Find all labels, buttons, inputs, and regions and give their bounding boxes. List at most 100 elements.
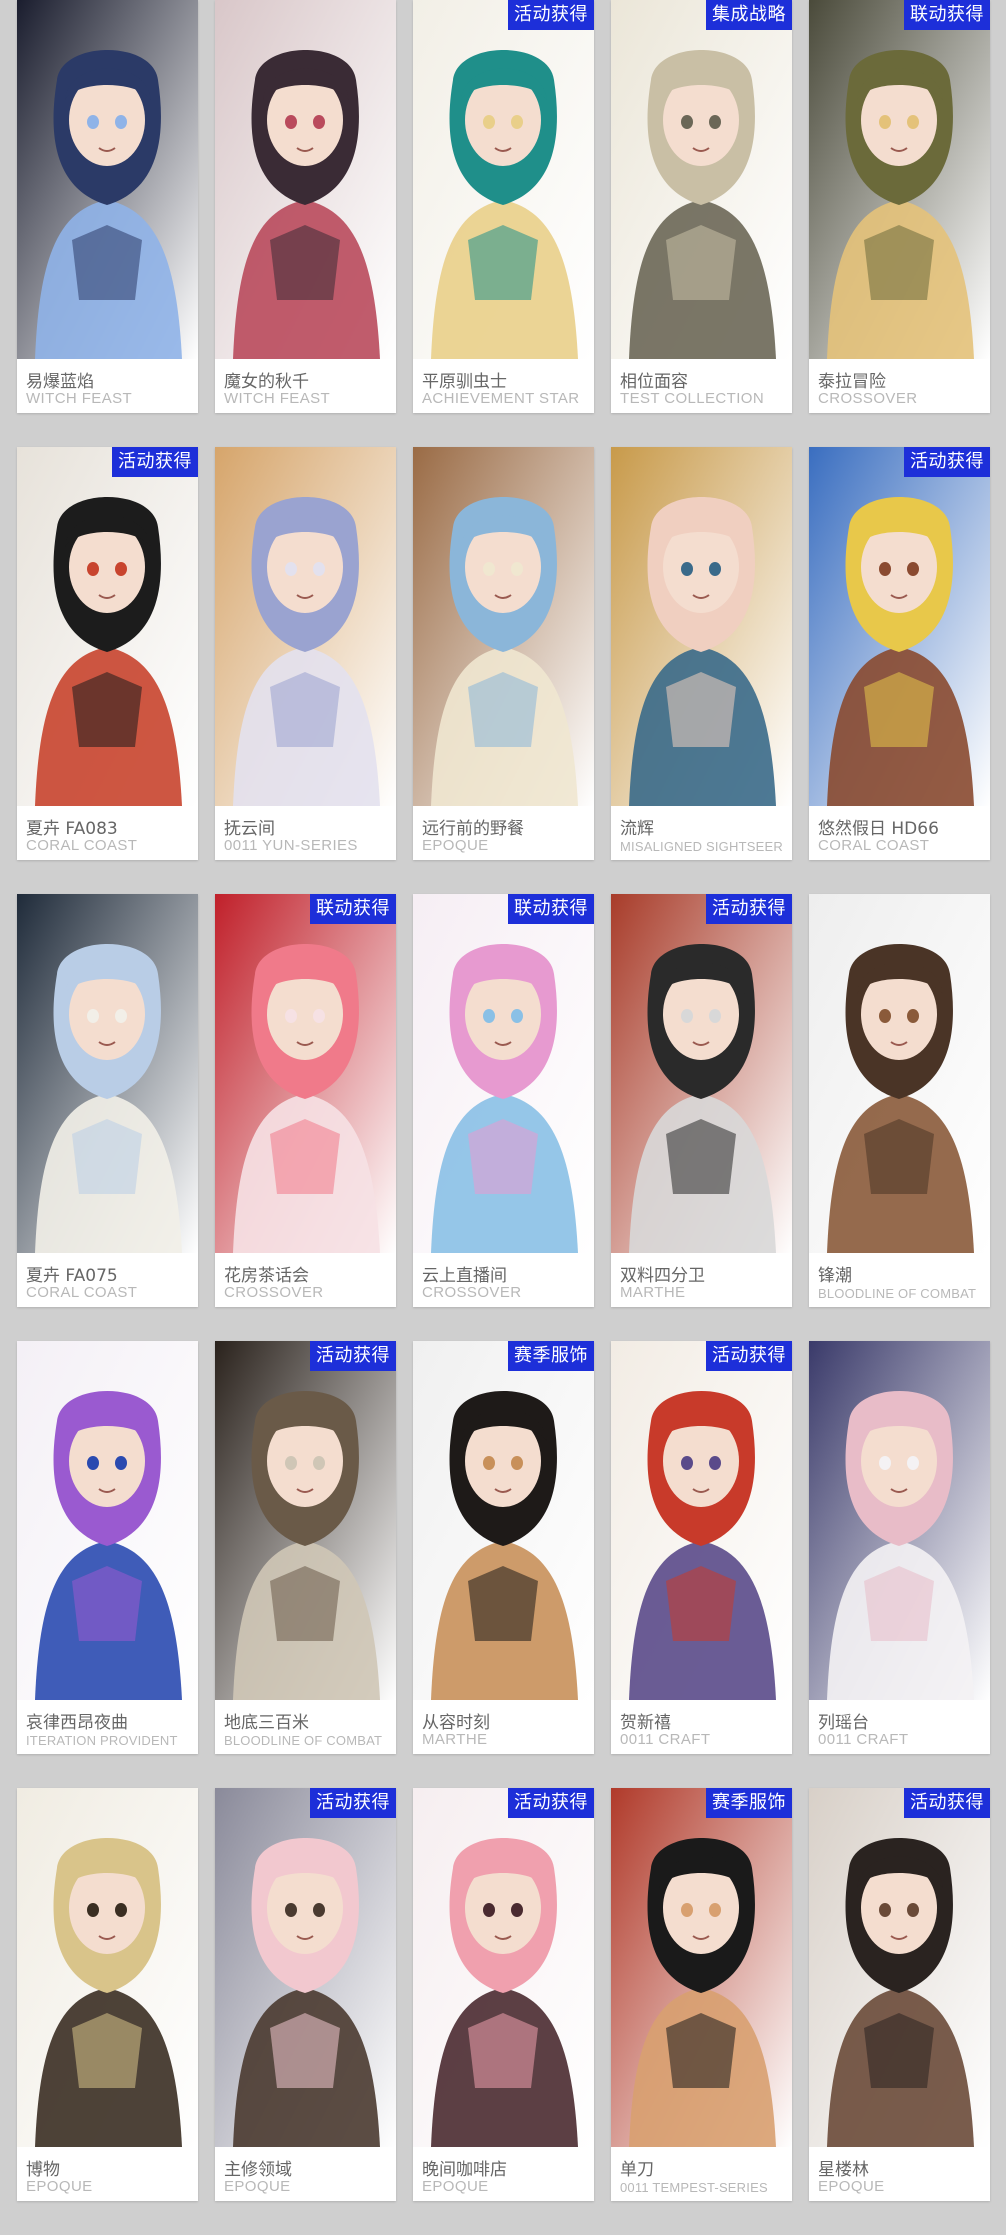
skin-series: EPOQUE (422, 837, 489, 854)
skin-card[interactable]: 魔女的秋千 WITCH FEAST (215, 0, 396, 413)
skin-artwork (809, 447, 990, 806)
skin-series: WITCH FEAST (26, 390, 133, 407)
card-caption: 远行前的野餐 EPOQUE (413, 806, 594, 860)
card-caption: 博物 EPOQUE (17, 2147, 198, 2201)
skin-card[interactable]: 赛季服饰 从容时刻 MARTHE (413, 1341, 594, 1754)
acquisition-badge: 集成战略 (706, 0, 792, 30)
skin-card[interactable]: 联动获得 花房茶话会 CROSSOVER (215, 894, 396, 1307)
acquisition-badge: 活动获得 (112, 447, 198, 477)
skin-card[interactable]: 抚云间 0011 YUN-SERIES (215, 447, 396, 860)
skin-name: 相位面容 (620, 372, 688, 392)
skin-series: WITCH FEAST (224, 390, 331, 407)
skin-name: 平原驯虫士 (422, 372, 507, 392)
skin-series: BLOODLINE OF COMBAT (818, 1286, 977, 1301)
skin-name: 夏卉 FA075 (26, 1266, 118, 1286)
skin-name: 悠然假日 HD66 (818, 819, 939, 839)
skin-card[interactable]: 活动获得 平原驯虫士 ACHIEVEMENT STAR (413, 0, 594, 413)
skin-series: MARTHE (422, 1731, 488, 1748)
card-caption: 主修领域 EPOQUE (215, 2147, 396, 2201)
skin-card[interactable]: 集成战略 相位面容 TEST COLLECTION (611, 0, 792, 413)
acquisition-badge: 活动获得 (706, 1341, 792, 1371)
skin-card[interactable]: 流辉 MISALIGNED SIGHTSEER (611, 447, 792, 860)
skin-card[interactable]: 赛季服饰单刀 0011 TEMPEST-SERIES (611, 1788, 792, 2201)
skin-card[interactable]: 活动获得星楼林 EPOQUE (809, 1788, 990, 2201)
skin-artwork (215, 447, 396, 806)
skin-name: 魔女的秋千 (224, 372, 309, 392)
skin-card[interactable]: 博物 EPOQUE (17, 1788, 198, 2201)
skin-artwork (809, 0, 990, 359)
skin-name: 晚间咖啡店 (422, 2160, 507, 2180)
skin-artwork (215, 894, 396, 1253)
skin-name: 星楼林 (818, 2160, 869, 2180)
skin-artwork (611, 447, 792, 806)
skin-card[interactable]: 活动获得 晚间咖啡店 EPOQUE (413, 1788, 594, 2201)
skin-series: EPOQUE (224, 2178, 291, 2195)
skin-card[interactable]: 联动获得 泰拉冒险 CROSSOVER (809, 0, 990, 413)
acquisition-badge: 活动获得 (310, 1788, 396, 1818)
acquisition-badge: 活动获得 (310, 1341, 396, 1371)
skin-card[interactable]: 远行前的野餐 EPOQUE (413, 447, 594, 860)
skin-card[interactable]: 活动获得主修领域 EPOQUE (215, 1788, 396, 2201)
skin-series: ACHIEVEMENT STAR (422, 390, 580, 407)
skin-card[interactable]: 活动获得夏卉 FA083 CORAL COAST (17, 447, 198, 860)
skin-grid: 易爆蓝焰 WITCH FEAST 魔女的秋千 WITCH FEAST 活动获得 平原驯虫士… (17, 0, 990, 2201)
skin-card[interactable]: 易爆蓝焰 WITCH FEAST (17, 0, 198, 413)
skin-series: CORAL COAST (818, 837, 930, 854)
acquisition-badge: 活动获得 (904, 447, 990, 477)
card-caption: 夏卉 FA083 CORAL COAST (17, 806, 198, 860)
card-caption: 云上直播间 CROSSOVER (413, 1253, 594, 1307)
skin-artwork (611, 1788, 792, 2147)
skin-artwork (413, 447, 594, 806)
acquisition-badge: 活动获得 (904, 1788, 990, 1818)
card-caption: 晚间咖啡店 EPOQUE (413, 2147, 594, 2201)
skin-card[interactable]: 活动获得贺新禧 0011 CRAFT (611, 1341, 792, 1754)
acquisition-badge: 联动获得 (508, 894, 594, 924)
skin-name: 易爆蓝焰 (26, 372, 94, 392)
skin-series: CROSSOVER (818, 390, 918, 407)
skin-artwork (413, 1788, 594, 2147)
skin-artwork (413, 894, 594, 1253)
acquisition-badge: 联动获得 (310, 894, 396, 924)
skin-card[interactable]: 联动获得云上直播间 CROSSOVER (413, 894, 594, 1307)
acquisition-badge: 赛季服饰 (706, 1788, 792, 1818)
skin-artwork (17, 1788, 198, 2147)
acquisition-badge: 联动获得 (904, 0, 990, 30)
skin-artwork (17, 1341, 198, 1700)
skin-name: 博物 (26, 2160, 60, 2180)
skin-artwork (413, 0, 594, 359)
skin-series: 0011 YUN-SERIES (224, 837, 358, 854)
skin-card[interactable]: 锋潮 BLOODLINE OF COMBAT (809, 894, 990, 1307)
skin-series: 0011 TEMPEST-SERIES (620, 2180, 768, 2195)
skin-card[interactable]: 列瑶台 0011 CRAFT (809, 1341, 990, 1754)
skin-name: 主修领域 (224, 2160, 292, 2180)
skin-name: 抚云间 (224, 819, 275, 839)
card-caption: 贺新禧 0011 CRAFT (611, 1700, 792, 1754)
card-caption: 单刀 0011 TEMPEST-SERIES (611, 2147, 792, 2201)
skin-artwork (413, 1341, 594, 1700)
card-caption: 列瑶台 0011 CRAFT (809, 1700, 990, 1754)
skin-name: 锋潮 (818, 1266, 852, 1286)
card-caption: 抚云间 0011 YUN-SERIES (215, 806, 396, 860)
skin-card[interactable]: 活动获得悠然假日 HD66 CORAL COAST (809, 447, 990, 860)
skin-series: EPOQUE (422, 2178, 489, 2195)
skin-artwork (215, 1341, 396, 1700)
skin-artwork (809, 1788, 990, 2147)
card-caption: 夏卉 FA075 CORAL COAST (17, 1253, 198, 1307)
skin-card[interactable]: 夏卉 FA075 CORAL COAST (17, 894, 198, 1307)
skin-card[interactable]: 活动获得 地底三百米 BLOODLINE OF COMBAT (215, 1341, 396, 1754)
skin-series: MARTHE (620, 1284, 686, 1301)
skin-artwork (611, 0, 792, 359)
skin-card[interactable]: 活动获得双料四分卫 MARTHE (611, 894, 792, 1307)
card-caption: 双料四分卫 MARTHE (611, 1253, 792, 1307)
card-caption: 星楼林 EPOQUE (809, 2147, 990, 2201)
skin-card[interactable]: 哀律西昂夜曲 ITERATION PROVIDENT (17, 1341, 198, 1754)
skin-artwork (611, 1341, 792, 1700)
skin-name: 双料四分卫 (620, 1266, 705, 1286)
acquisition-badge: 活动获得 (706, 894, 792, 924)
skin-series: MISALIGNED SIGHTSEER (620, 839, 783, 854)
skin-name: 单刀 (620, 2160, 654, 2180)
card-caption: 易爆蓝焰 WITCH FEAST (17, 359, 198, 413)
skin-artwork (215, 1788, 396, 2147)
card-caption: 哀律西昂夜曲 ITERATION PROVIDENT (17, 1700, 198, 1754)
skin-series: CORAL COAST (26, 837, 138, 854)
